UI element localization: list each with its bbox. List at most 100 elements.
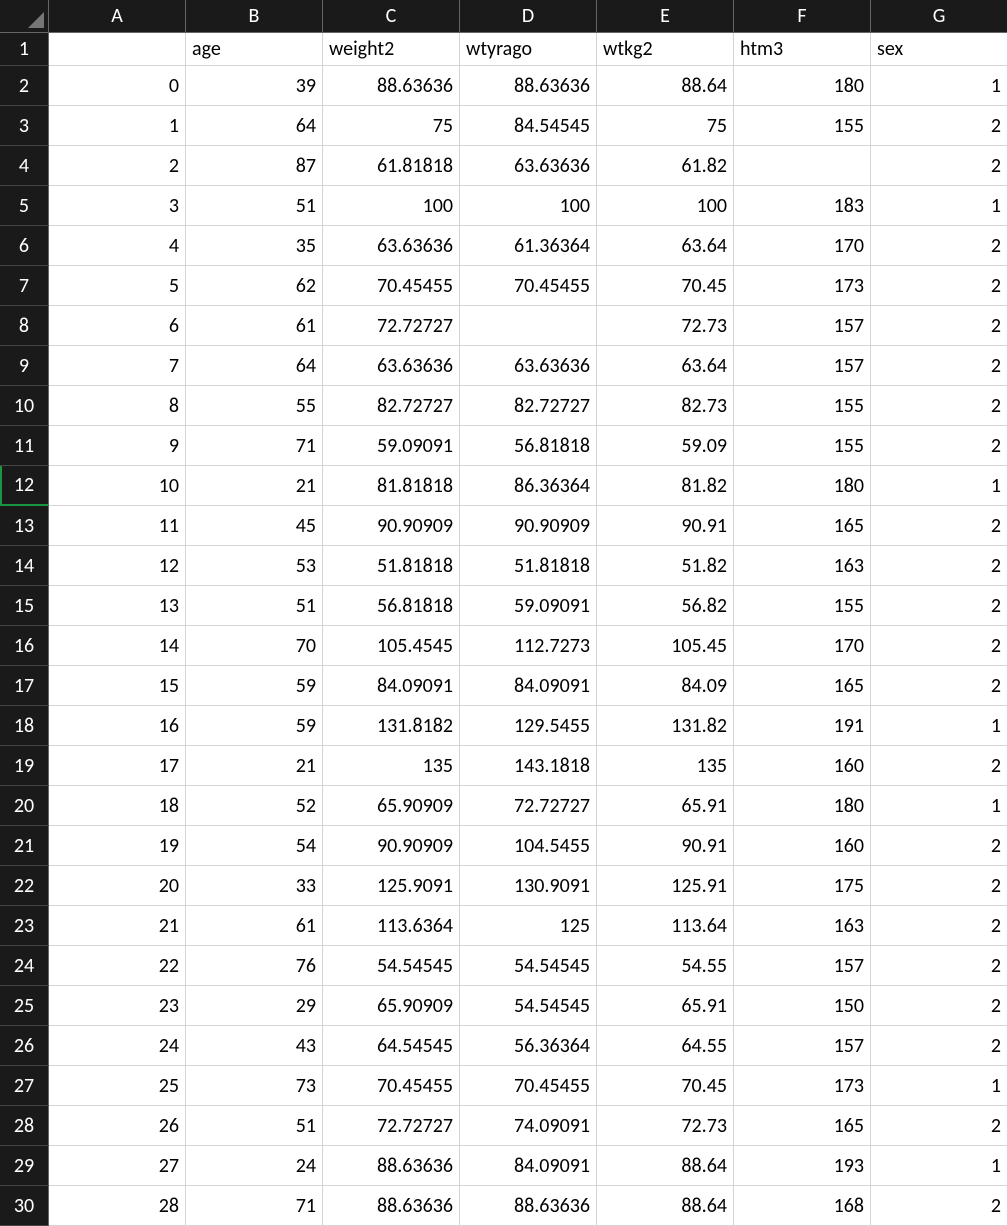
cell[interactable]: 2 — [871, 906, 1007, 946]
cell[interactable]: 113.6364 — [323, 906, 460, 946]
cell[interactable]: 1 — [871, 786, 1007, 826]
cell[interactable]: 63.64 — [597, 226, 734, 266]
row-header[interactable]: 3 — [0, 106, 49, 146]
cell[interactable]: 56.81818 — [323, 586, 460, 626]
cell[interactable]: 100 — [460, 186, 597, 226]
cell[interactable]: 130.9091 — [460, 866, 597, 906]
cell[interactable]: 71 — [186, 426, 323, 466]
cell[interactable]: 157 — [734, 306, 871, 346]
cell[interactable]: weight2 — [323, 33, 460, 66]
cell[interactable]: 105.4545 — [323, 626, 460, 666]
cell[interactable]: 29 — [186, 986, 323, 1026]
cell[interactable]: 2 — [871, 866, 1007, 906]
cell[interactable]: 2 — [871, 386, 1007, 426]
cell[interactable]: 2 — [871, 346, 1007, 386]
row-header[interactable]: 5 — [0, 186, 49, 226]
cell[interactable]: 2 — [871, 106, 1007, 146]
cell[interactable]: 163 — [734, 546, 871, 586]
cell[interactable]: 160 — [734, 746, 871, 786]
cell[interactable]: 84.09091 — [460, 666, 597, 706]
cell[interactable]: 24 — [49, 1026, 186, 1066]
cell[interactable]: 70.45455 — [323, 266, 460, 306]
cell[interactable]: 88.63636 — [460, 66, 597, 106]
cell[interactable]: 16 — [49, 706, 186, 746]
cell[interactable]: 100 — [597, 186, 734, 226]
row-header[interactable]: 20 — [0, 786, 49, 826]
col-header-D[interactable]: D — [460, 0, 597, 33]
row-header[interactable]: 26 — [0, 1026, 49, 1066]
cell[interactable]: sex — [871, 33, 1007, 66]
cell[interactable]: wtkg2 — [597, 33, 734, 66]
cell[interactable]: 19 — [49, 826, 186, 866]
cell[interactable]: 180 — [734, 466, 871, 506]
cell[interactable]: 54 — [186, 826, 323, 866]
cell[interactable]: 73 — [186, 1066, 323, 1106]
cell[interactable]: 81.81818 — [323, 466, 460, 506]
cell[interactable]: 63.63636 — [323, 226, 460, 266]
row-header[interactable]: 9 — [0, 346, 49, 386]
cell[interactable]: 1 — [871, 186, 1007, 226]
cell[interactable]: 1 — [871, 466, 1007, 506]
cell[interactable]: 51 — [186, 186, 323, 226]
cell[interactable]: 59.09 — [597, 426, 734, 466]
row-header[interactable]: 30 — [0, 1186, 49, 1226]
col-header-G[interactable]: G — [871, 0, 1007, 33]
cell[interactable]: 88.63636 — [460, 1186, 597, 1226]
cell[interactable]: 2 — [871, 626, 1007, 666]
cell[interactable]: 165 — [734, 1106, 871, 1146]
cell[interactable]: 1 — [871, 66, 1007, 106]
cell[interactable]: 84.09 — [597, 666, 734, 706]
row-header[interactable]: 4 — [0, 146, 49, 186]
cell[interactable]: 59 — [186, 666, 323, 706]
cell[interactable]: 84.09091 — [460, 1146, 597, 1186]
cell[interactable]: 54.54545 — [460, 946, 597, 986]
cell[interactable]: 70.45455 — [460, 266, 597, 306]
row-header[interactable]: 19 — [0, 746, 49, 786]
row-header[interactable]: 6 — [0, 226, 49, 266]
cell[interactable]: 2 — [49, 146, 186, 186]
row-header[interactable]: 2 — [0, 66, 49, 106]
cell[interactable]: 75 — [323, 106, 460, 146]
cell[interactable]: 56.36364 — [460, 1026, 597, 1066]
cell[interactable]: 7 — [49, 346, 186, 386]
cell[interactable]: 157 — [734, 946, 871, 986]
cell[interactable]: 71 — [186, 1186, 323, 1226]
cell[interactable]: 33 — [186, 866, 323, 906]
cell[interactable]: 0 — [49, 66, 186, 106]
cell[interactable]: 2 — [871, 746, 1007, 786]
cell[interactable]: 143.1818 — [460, 746, 597, 786]
cell[interactable]: 51.82 — [597, 546, 734, 586]
cell[interactable]: 90.91 — [597, 506, 734, 546]
cell[interactable]: 21 — [49, 906, 186, 946]
cell[interactable]: 112.7273 — [460, 626, 597, 666]
row-header[interactable]: 7 — [0, 266, 49, 306]
cell[interactable]: 82.72727 — [460, 386, 597, 426]
cell[interactable]: 59.09091 — [323, 426, 460, 466]
cell[interactable]: 10 — [49, 466, 186, 506]
col-header-F[interactable]: F — [734, 0, 871, 33]
cell[interactable]: 2 — [871, 826, 1007, 866]
cell[interactable]: 62 — [186, 266, 323, 306]
cell[interactable]: 51 — [186, 586, 323, 626]
cell[interactable]: 2 — [871, 546, 1007, 586]
cell[interactable]: 170 — [734, 626, 871, 666]
cell[interactable]: 173 — [734, 1066, 871, 1106]
cell[interactable]: 5 — [49, 266, 186, 306]
cell[interactable]: 24 — [186, 1146, 323, 1186]
cell[interactable]: 45 — [186, 506, 323, 546]
cell[interactable]: 18 — [49, 786, 186, 826]
cell[interactable]: 88.64 — [597, 1146, 734, 1186]
cell[interactable]: 82.72727 — [323, 386, 460, 426]
row-header[interactable]: 17 — [0, 666, 49, 706]
cell[interactable]: 70.45 — [597, 1066, 734, 1106]
cell[interactable]: 88.64 — [597, 66, 734, 106]
row-header[interactable]: 15 — [0, 586, 49, 626]
cell[interactable]: 76 — [186, 946, 323, 986]
cell[interactable]: 13 — [49, 586, 186, 626]
cell[interactable]: 193 — [734, 1146, 871, 1186]
cell[interactable]: 26 — [49, 1106, 186, 1146]
row-header[interactable]: 8 — [0, 306, 49, 346]
cell[interactable]: 157 — [734, 1026, 871, 1066]
cell[interactable]: 191 — [734, 706, 871, 746]
cell[interactable]: 155 — [734, 426, 871, 466]
